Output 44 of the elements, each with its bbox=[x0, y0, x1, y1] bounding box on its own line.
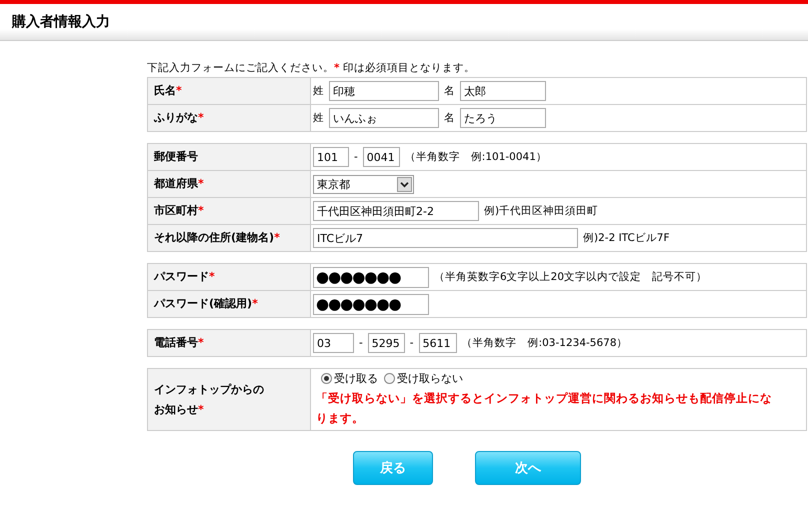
field-hint: （半角数字 例:101-0041） bbox=[404, 150, 547, 164]
field-hint: 名 bbox=[444, 111, 455, 125]
field-label: それ以降の住所(建物名)* bbox=[148, 225, 311, 251]
field-hint: 名 bbox=[444, 84, 455, 98]
input-field[interactable]: 0041 bbox=[362, 147, 400, 167]
chevron-down-icon bbox=[397, 176, 412, 192]
field-hint: 例)2-2 ITCビル7F bbox=[583, 231, 670, 245]
field-label: パスワード* bbox=[148, 264, 311, 290]
radio-option[interactable]: 受け取らない bbox=[384, 371, 463, 386]
field-hint: - bbox=[354, 151, 358, 163]
page-title: 購入者情報入力 bbox=[12, 13, 110, 31]
field-label: パスワード(確認用)* bbox=[148, 291, 311, 317]
field-hint: 姓 bbox=[313, 84, 324, 98]
field-label: ふりがな* bbox=[148, 105, 311, 131]
field-label: 氏名* bbox=[148, 78, 311, 104]
field-hint: 例)千代田区神田須田町 bbox=[484, 204, 598, 218]
password-field[interactable]: ●●●●●●● bbox=[313, 294, 429, 314]
input-field[interactable]: 5295 bbox=[368, 333, 405, 353]
field-label: インフォトップからのお知らせ* bbox=[148, 369, 311, 430]
field-label: 郵便番号 bbox=[148, 144, 311, 170]
prefecture-select[interactable]: 東京都 bbox=[313, 174, 414, 194]
radio-button[interactable] bbox=[321, 373, 332, 384]
input-field[interactable]: ITCビル7 bbox=[313, 228, 578, 248]
input-field[interactable]: 太郎 bbox=[460, 81, 546, 101]
field-hint: （半角英数字6文字以上20文字以内で設定 記号不可） bbox=[434, 270, 708, 284]
input-field[interactable]: 5611 bbox=[418, 333, 457, 353]
warning-text: 「受け取らない」を選択するとインフォトップ運営に関わるお知らせも配信停止になります。 bbox=[315, 390, 773, 427]
field-hint: - bbox=[410, 337, 414, 349]
radio-option[interactable]: 受け取る bbox=[321, 371, 378, 386]
intro-text: 下記入力フォームにご記入ください。* 印は必須項目となります。 bbox=[147, 61, 476, 75]
input-field[interactable]: いんふぉ bbox=[329, 108, 439, 128]
field-label: 市区町村* bbox=[148, 198, 311, 224]
field-hint: 姓 bbox=[313, 111, 324, 125]
field-label: 都道府県* bbox=[148, 171, 311, 197]
input-field[interactable]: 千代田区神田須田町2-2 bbox=[313, 201, 479, 221]
password-field[interactable]: ●●●●●●● bbox=[313, 266, 429, 288]
radio-button[interactable] bbox=[384, 373, 395, 384]
input-field[interactable]: 101 bbox=[313, 147, 349, 167]
field-label: 電話番号* bbox=[148, 330, 311, 356]
field-hint: （半角数字 例:03-1234-5678） bbox=[462, 336, 628, 350]
input-field[interactable]: たろう bbox=[460, 108, 546, 128]
field-hint: - bbox=[359, 337, 363, 349]
input-field[interactable]: 印穂 bbox=[329, 81, 439, 101]
input-field[interactable]: 03 bbox=[313, 333, 354, 353]
